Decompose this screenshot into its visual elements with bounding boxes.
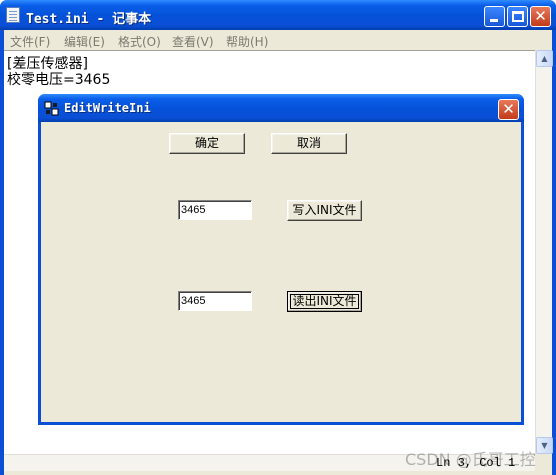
notepad-title: Test.ini - 记事本: [26, 12, 152, 27]
ok-button[interactable]: 确定: [169, 133, 245, 154]
menu-help[interactable]: 帮助(H): [226, 33, 268, 50]
menu-file[interactable]: 文件(F): [10, 33, 50, 50]
read-ini-button[interactable]: 读出INI文件: [287, 291, 362, 312]
close-button[interactable]: ✕: [530, 6, 551, 27]
dialog-title: EditWriteIni: [64, 101, 151, 115]
scroll-down-icon[interactable]: ▼: [536, 437, 553, 454]
vertical-scrollbar[interactable]: ▲ ▼: [535, 50, 553, 454]
dialog-frame-bottom: [38, 422, 524, 425]
scroll-up-icon[interactable]: ▲: [536, 50, 553, 67]
edit-write-ini-dialog: EditWriteIni ✕ 确定 取消 3465 写入INI文件 3465 读…: [38, 94, 524, 425]
menubar: 文件(F) 编辑(E) 格式(O) 查看(V) 帮助(H): [4, 30, 552, 50]
close-icon: ✕: [502, 100, 515, 118]
app-icon: [44, 101, 59, 116]
status-position: Ln 3, Col 1: [436, 456, 516, 470]
maximize-button[interactable]: [507, 6, 528, 27]
menu-view[interactable]: 查看(V): [172, 33, 214, 50]
minimize-icon: [490, 19, 498, 22]
dialog-titlebar[interactable]: EditWriteIni ✕: [38, 94, 524, 122]
dialog-close-button[interactable]: ✕: [498, 99, 519, 120]
write-ini-button[interactable]: 写入INI文件: [287, 200, 362, 221]
dialog-client: 确定 取消 3465 写入INI文件 3465 读出INI文件: [41, 122, 521, 422]
menu-edit[interactable]: 编辑(E): [64, 33, 105, 50]
close-icon: ✕: [534, 7, 547, 25]
cancel-button[interactable]: 取消: [271, 133, 347, 154]
editor-line: 校零电压=3465: [7, 72, 111, 88]
menu-format[interactable]: 格式(O): [118, 33, 161, 50]
read-value-field[interactable]: 3465: [178, 291, 252, 311]
notepad-icon: [6, 7, 20, 23]
minimize-button[interactable]: [484, 6, 505, 27]
status-bar: [4, 471, 552, 475]
notepad-titlebar[interactable]: Test.ini - 记事本 ✕: [0, 0, 556, 30]
write-value-field[interactable]: 3465: [178, 200, 252, 220]
maximize-icon: [512, 11, 524, 22]
